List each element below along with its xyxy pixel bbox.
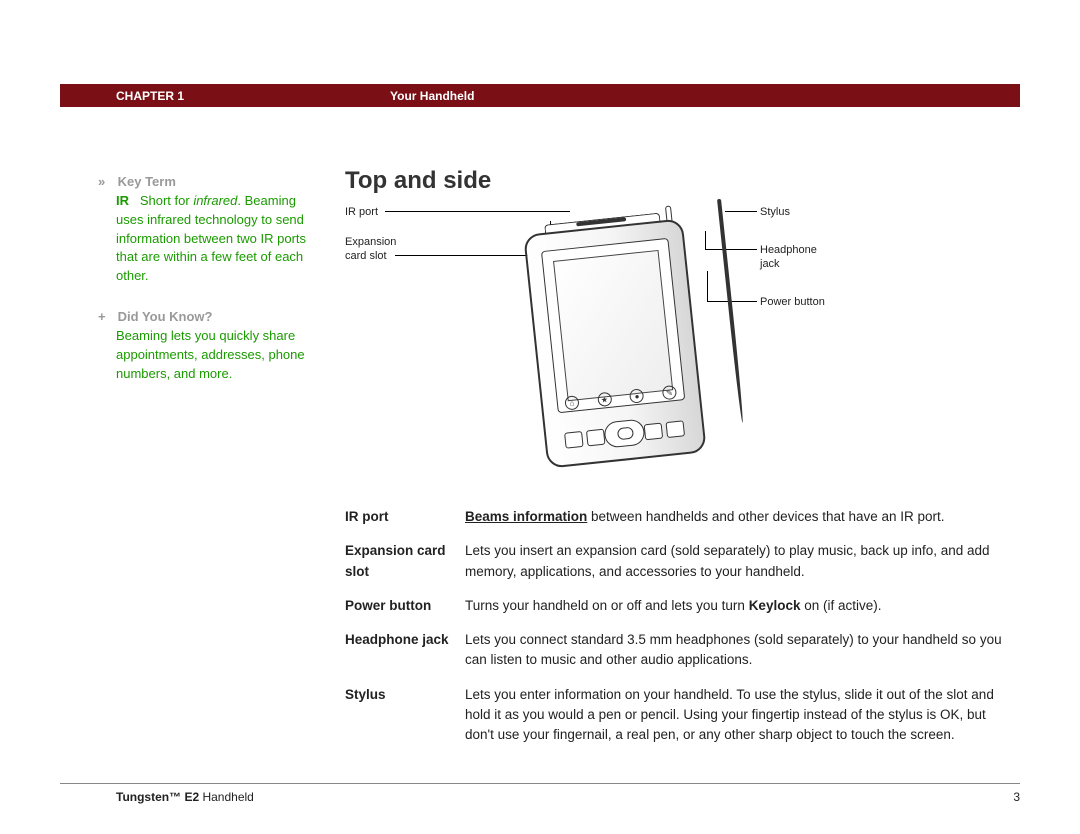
device-diagram: IR port Expansioncard slot Stylus Headph… xyxy=(345,201,1010,483)
key-term-heading: Key Term xyxy=(118,174,176,189)
definition-row: IR port Beams information between handhe… xyxy=(345,507,1010,527)
definition-term: Stylus xyxy=(345,685,465,746)
definition-desc: Beams information between handhelds and … xyxy=(465,507,1010,527)
key-term-body: IR Short for infrared. Beaming uses infr… xyxy=(116,192,325,286)
definition-term: Expansion card slot xyxy=(345,541,465,582)
callout-line xyxy=(705,249,757,250)
keylock-term: Keylock xyxy=(749,598,801,613)
chapter-header-bar: CHAPTER 1 Your Handheld xyxy=(60,84,1020,107)
callout-line xyxy=(725,211,757,212)
key-term-italic: infrared xyxy=(193,193,237,208)
callout-line xyxy=(707,271,708,301)
sidebar: » Key Term IR Short for infrared. Beamin… xyxy=(60,173,345,759)
definition-row: Expansion card slot Lets you insert an e… xyxy=(345,541,1010,582)
callout-line xyxy=(705,231,706,249)
callout-stylus: Stylus xyxy=(760,205,790,219)
footer-product: Tungsten™ E2 Handheld xyxy=(60,790,254,804)
definition-desc: Lets you connect standard 3.5 mm headpho… xyxy=(465,630,1010,671)
key-term-text-1: Short for xyxy=(140,193,193,208)
chevron-right-icon: » xyxy=(98,173,114,192)
definition-term: Power button xyxy=(345,596,465,616)
main-content: Top and side IR port Expansioncard slot … xyxy=(345,173,1020,759)
callout-line xyxy=(707,301,757,302)
definition-row: Stylus Lets you enter information on you… xyxy=(345,685,1010,746)
section-heading: Top and side xyxy=(345,167,1010,195)
callout-expansion-slot: Expansioncard slot xyxy=(345,235,396,264)
key-term-block: » Key Term IR Short for infrared. Beamin… xyxy=(116,173,325,286)
definition-row: Power button Turns your handheld on or o… xyxy=(345,596,1010,616)
chapter-label: CHAPTER 1 xyxy=(60,89,390,103)
callout-ir-port: IR port xyxy=(345,205,378,219)
definitions-table: IR port Beams information between handhe… xyxy=(345,507,1010,745)
stylus-illustration xyxy=(717,199,744,423)
definition-desc: Turns your handheld on or off and lets y… xyxy=(465,596,1010,616)
definition-term: Headphone jack xyxy=(345,630,465,671)
did-you-know-heading: Did You Know? xyxy=(118,309,213,324)
page-number: 3 xyxy=(1013,790,1020,804)
definition-row: Headphone jack Lets you connect standard… xyxy=(345,630,1010,671)
handheld-illustration: ⌂ ★ ● ✎ xyxy=(523,218,707,468)
callout-line xyxy=(385,211,570,212)
callout-power-button: Power button xyxy=(760,295,825,309)
callout-headphone-jack: Headphonejack xyxy=(760,243,817,272)
definition-desc: Lets you enter information on your handh… xyxy=(465,685,1010,746)
definition-desc: Lets you insert an expansion card (sold … xyxy=(465,541,1010,582)
key-term-ir-label: IR xyxy=(116,193,129,208)
did-you-know-body: Beaming lets you quickly share appointme… xyxy=(116,327,325,384)
page-footer: Tungsten™ E2 Handheld 3 xyxy=(60,783,1020,804)
chapter-title: Your Handheld xyxy=(390,89,474,103)
definition-term: IR port xyxy=(345,507,465,527)
beams-information-link[interactable]: Beams information xyxy=(465,509,587,524)
plus-icon: + xyxy=(98,308,114,327)
did-you-know-block: + Did You Know? Beaming lets you quickly… xyxy=(116,308,325,383)
